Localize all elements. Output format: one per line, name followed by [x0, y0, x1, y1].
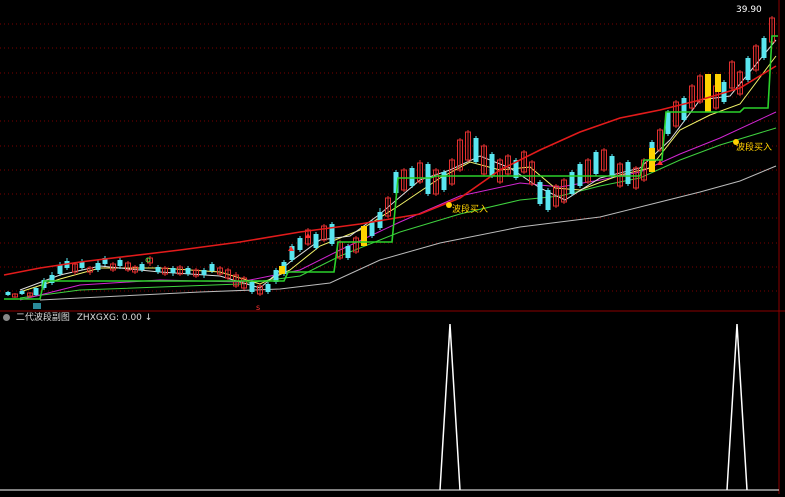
sub-chart[interactable] — [439, 323, 748, 491]
candle-body — [19, 291, 25, 294]
candle-body — [170, 268, 176, 273]
candle-body — [209, 264, 215, 271]
bottom-marker — [33, 303, 41, 309]
candle-body — [537, 182, 543, 204]
buy-annotation-1: 波段买入 — [452, 205, 489, 215]
candle-body — [345, 246, 351, 258]
candle-body — [441, 172, 447, 190]
candle-body — [139, 264, 145, 270]
signal-bar — [361, 226, 367, 246]
candle-body — [425, 164, 431, 194]
candle-body — [5, 292, 11, 295]
sub-chart-title: 二代波段副图 — [15, 313, 70, 323]
candle-body — [155, 267, 161, 272]
candle-body — [265, 284, 271, 292]
candle-body — [297, 238, 303, 250]
candle-body — [369, 222, 375, 236]
price-label: 39.90 — [736, 5, 762, 15]
candle-body — [185, 268, 191, 274]
candle-body — [609, 156, 615, 176]
candle-body — [761, 38, 767, 58]
settings-dot-icon[interactable] — [3, 314, 10, 321]
moving-averages — [19, 39, 777, 301]
candle-body — [745, 58, 751, 80]
signal-bar — [705, 74, 711, 112]
red-s-marker: s — [256, 303, 260, 312]
candle-body — [473, 138, 479, 162]
candle-body — [95, 263, 101, 270]
signal-markers: s — [33, 139, 739, 312]
candle-body — [545, 190, 551, 210]
signal-spike — [439, 323, 461, 491]
sub-chart-header: 二代波段副图 ZHXGXG: 0.00 ↓ — [3, 313, 152, 324]
ma-long-line — [39, 165, 777, 301]
main-chart[interactable]: s — [0, 0, 785, 494]
candle-body — [681, 98, 687, 120]
candle-body — [117, 260, 123, 266]
candle-body — [249, 282, 255, 292]
chart-window: s 39.90 波段买入 波段买入 二代波段副图 ZHXGXG: 0.00 ↓ — [0, 0, 785, 494]
main-grid — [0, 0, 785, 494]
candle-body — [625, 162, 631, 184]
candle-body — [313, 234, 319, 248]
buy-annotation-2: 波段买入 — [736, 143, 773, 153]
candle-body — [577, 164, 583, 186]
signal-bar — [279, 266, 285, 274]
candle-body — [79, 262, 85, 268]
signal-spike — [726, 323, 748, 491]
candle-body — [593, 152, 599, 174]
signal-bar — [715, 74, 721, 92]
candle-body — [57, 265, 63, 274]
indicator-readout: ZHXGXG: 0.00 — [76, 313, 142, 323]
candle-body — [489, 154, 495, 176]
candle-body — [409, 168, 415, 186]
candle-body — [33, 288, 39, 295]
candle-body — [201, 270, 207, 275]
down-arrow-icon: ↓ — [144, 313, 153, 323]
